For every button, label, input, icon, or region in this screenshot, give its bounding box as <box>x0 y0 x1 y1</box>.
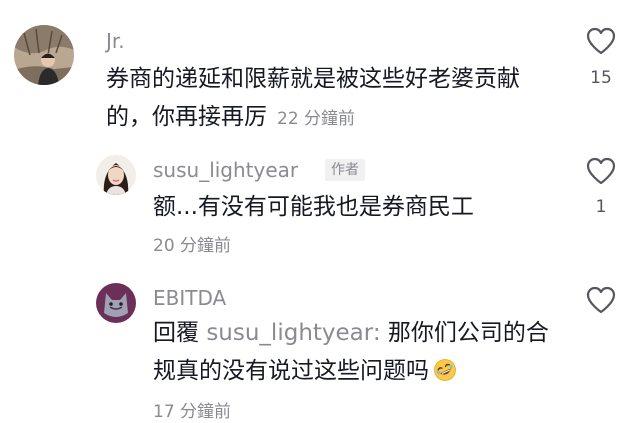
comment-text: 券商的递延和限薪就是被这些好老婆贡献 的，你再接再厉 22 分鐘前 <box>106 60 520 138</box>
like-count: 1 <box>595 197 607 217</box>
photo-avatar-icon <box>14 25 74 85</box>
avatar[interactable] <box>96 155 136 195</box>
comment-username[interactable]: EBITDA <box>153 286 226 310</box>
comment-username[interactable]: susu_lightyear <box>153 158 298 182</box>
comment-text-line: 的，你再接再厉 <box>106 104 267 130</box>
comment-time: 20 分鐘前 <box>153 236 232 256</box>
comment-text-line: 的，你再接再厉 22 分鐘前 <box>106 98 520 138</box>
reply-mention[interactable]: susu_lightyear: <box>206 320 380 346</box>
avatar[interactable] <box>96 283 136 323</box>
rofl-emoji-icon <box>434 359 456 381</box>
comment-text-line: 那你们公司的合 <box>387 320 549 346</box>
heart-icon[interactable] <box>586 157 616 185</box>
comment-text-line: 券商的递延和限薪就是被这些好老婆贡献 <box>106 66 520 92</box>
comment-text: 回覆 susu_lightyear: 那你们公司的合 规真的没有说过这些问题吗 <box>153 314 549 390</box>
comment-text: 额...有没有可能我也是券商民工 <box>153 194 474 220</box>
comment-username[interactable]: Jr. <box>106 29 125 53</box>
author-badge: 作者 <box>325 159 365 181</box>
comment-text-line: 规真的没有说过这些问题吗 <box>153 358 429 384</box>
avatar[interactable] <box>14 25 74 85</box>
heart-icon[interactable] <box>586 286 616 314</box>
photo-avatar-icon <box>96 155 136 195</box>
like-count: 15 <box>590 68 612 88</box>
comment-time: 22 分鐘前 <box>277 109 356 129</box>
comment-text-line: 回覆 susu_lightyear: 那你们公司的合 <box>153 314 549 352</box>
cat-avatar-icon <box>96 283 136 323</box>
comment-text-line: 规真的没有说过这些问题吗 <box>153 352 549 390</box>
heart-icon[interactable] <box>586 27 616 55</box>
reply-prefix: 回覆 <box>153 320 199 346</box>
